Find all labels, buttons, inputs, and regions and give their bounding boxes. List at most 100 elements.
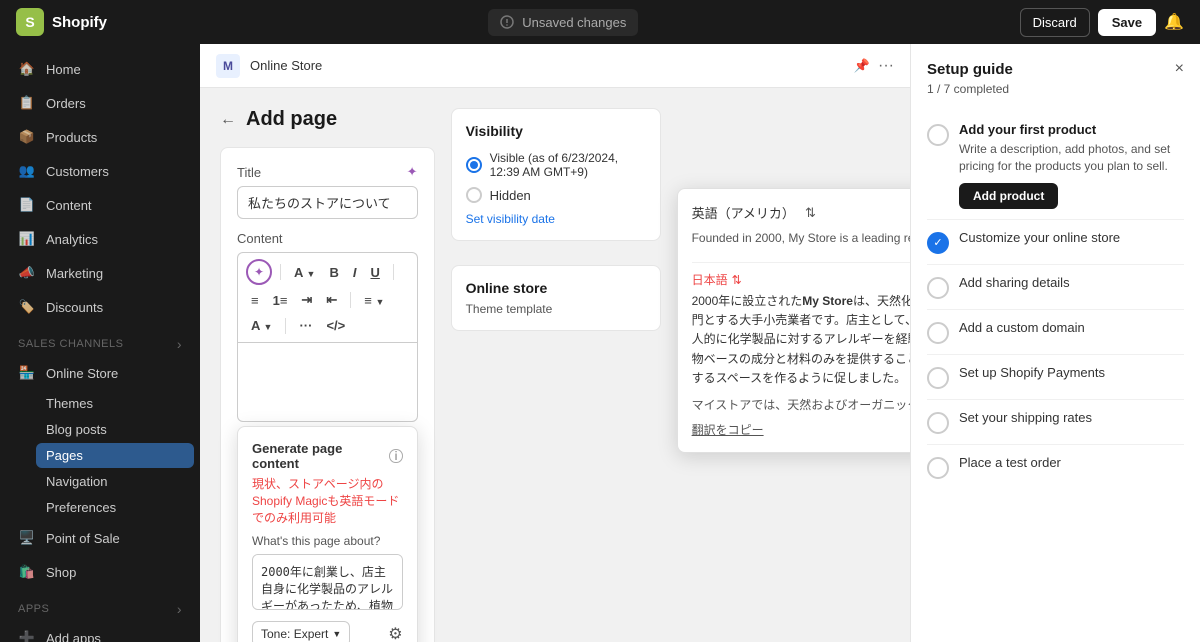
orders-icon: 📋 xyxy=(18,94,36,112)
bold-btn[interactable]: B xyxy=(324,262,343,283)
sidebar-item-orders[interactable]: 📋 Orders xyxy=(6,87,194,119)
lang-ja-switch-icon[interactable]: ⇅ xyxy=(732,273,742,287)
lang-switch-icon[interactable]: ⇅ xyxy=(805,205,816,221)
sharing-check xyxy=(927,277,949,299)
shop-icon: 🛍️ xyxy=(18,563,36,581)
sidebar-item-preferences[interactable]: Preferences xyxy=(36,495,194,520)
hidden-option[interactable]: Hidden xyxy=(466,187,646,203)
sales-channels-expand[interactable]: › xyxy=(177,336,182,352)
hidden-radio[interactable] xyxy=(466,187,482,203)
sidebar-item-discounts[interactable]: 🏷️ Discounts xyxy=(6,291,194,323)
title-input[interactable] xyxy=(237,186,418,219)
editor-area[interactable] xyxy=(237,342,418,422)
italic-btn[interactable]: I xyxy=(348,262,362,283)
channel-bar: M Online Store 📌 ··· xyxy=(200,44,910,88)
font-btn[interactable]: A ▼ xyxy=(289,262,320,283)
pin-icon[interactable]: 📌 xyxy=(854,58,870,74)
generate-title: Generate page content i xyxy=(252,441,403,471)
setup-item-sharing: Add sharing details xyxy=(927,265,1184,310)
outdent-btn[interactable]: ⇤ xyxy=(321,289,342,311)
sidebar-item-online-store[interactable]: 🏪 Online Store xyxy=(6,357,194,389)
topbar-actions: Discard Save 🔔 xyxy=(1020,8,1184,37)
generate-settings-button[interactable]: ⚙ xyxy=(388,624,402,642)
more-btn[interactable]: ··· xyxy=(294,315,317,336)
domain-check xyxy=(927,322,949,344)
visibility-card: Visibility Visible (as of 6/23/2024, 12:… xyxy=(451,108,661,241)
sidebar-item-shop[interactable]: 🛍️ Shop xyxy=(6,556,194,588)
tone-row: Tone: Expert ▼ ⚙ xyxy=(252,621,403,642)
list-btn[interactable]: ≡ xyxy=(246,290,264,311)
translated-text-1: 2000年に設立されたMy Storeは、天然化粧品を専門とする大手小売業者です… xyxy=(692,292,910,388)
visible-option[interactable]: Visible (as of 6/23/2024, 12:39 AM GMT+9… xyxy=(466,151,646,179)
sidebar-item-pos[interactable]: 🖥️ Point of Sale xyxy=(6,522,194,554)
topbar: S Shopify Unsaved changes Discard Save 🔔 xyxy=(0,0,1200,44)
main-content: M Online Store 📌 ··· ← Add page Title xyxy=(200,44,910,642)
setup-guide-close[interactable]: × xyxy=(1175,60,1184,78)
more-icon[interactable]: ··· xyxy=(878,57,894,75)
about-textarea[interactable]: 2000年に創業し、店主自身に化学製品のアレルギーがあったため、植物由来の素材や… xyxy=(252,554,403,610)
about-label: What's this page about? xyxy=(252,534,403,548)
translated-text-2: マイストアでは、天然およびオーガニック xyxy=(692,396,910,413)
ordered-list-btn[interactable]: 1≡ xyxy=(268,290,293,311)
generate-warning: 現状、ストアページ内のShopify Magicも英語モードでのみ利用可能 xyxy=(252,475,403,526)
pos-icon: 🖥️ xyxy=(18,529,36,547)
sidebar-item-navigation[interactable]: Navigation xyxy=(36,469,194,494)
sidebar-item-products[interactable]: 📦 Products xyxy=(6,121,194,153)
marketing-icon: 📣 xyxy=(18,264,36,282)
first-product-content: Add your first product Write a descripti… xyxy=(959,122,1184,209)
first-product-desc: Write a description, add photos, and set… xyxy=(959,141,1184,175)
ai-icon[interactable]: ✦ xyxy=(407,164,418,180)
sidebar-item-marketing[interactable]: 📣 Marketing xyxy=(6,257,194,289)
domain-label: Add a custom domain xyxy=(959,320,1085,335)
copy-translation-link[interactable]: 翻訳をコピー xyxy=(692,421,910,438)
shipping-label: Set your shipping rates xyxy=(959,410,1092,425)
content-label: Content xyxy=(237,231,418,246)
sidebar-item-themes[interactable]: Themes xyxy=(36,391,194,416)
page-content-area: ← Add page Title ✦ Content xyxy=(200,88,910,642)
channel-actions: 📌 ··· xyxy=(854,57,894,75)
align-btn[interactable]: ≡ ▼ xyxy=(359,290,389,311)
generate-popover: Generate page content i 現状、ストアページ内のShopi… xyxy=(237,426,418,642)
sidebar-item-analytics[interactable]: 📊 Analytics xyxy=(6,223,194,255)
shopify-logo-icon: S xyxy=(16,8,44,36)
sidebar-item-content[interactable]: 📄 Content xyxy=(6,189,194,221)
sidebar-item-home[interactable]: 🏠 Home xyxy=(6,53,194,85)
back-button[interactable]: ← xyxy=(220,111,236,129)
setup-item-first-product: Add your first product Write a descripti… xyxy=(927,112,1184,220)
code-btn[interactable]: </> xyxy=(321,315,350,336)
customize-label: Customize your online store xyxy=(959,230,1120,245)
test-order-check xyxy=(927,457,949,479)
editor-toolbar: ✦ A ▼ B I U ≡ 1≡ ⇥ ⇤ ≡ ▼ A ▼ xyxy=(237,252,418,342)
add-apps-icon: ➕ xyxy=(18,629,36,642)
set-visibility-date-link[interactable]: Set visibility date xyxy=(466,212,555,226)
content-icon: 📄 xyxy=(18,196,36,214)
sidebar: 🏠 Home 📋 Orders 📦 Products 👥 Customers 📄… xyxy=(0,44,200,642)
visible-radio[interactable] xyxy=(466,157,482,173)
discard-button[interactable]: Discard xyxy=(1020,8,1090,37)
online-store-card: Online store Theme template xyxy=(451,265,661,331)
shipping-check xyxy=(927,412,949,434)
sidebar-item-blog-posts[interactable]: Blog posts xyxy=(36,417,194,442)
save-button[interactable]: Save xyxy=(1098,9,1156,36)
sidebar-item-pages[interactable]: Pages xyxy=(36,443,194,468)
unsaved-text: Unsaved changes xyxy=(522,15,626,30)
layout: 🏠 Home 📋 Orders 📦 Products 👥 Customers 📄… xyxy=(0,44,1200,642)
setup-item-test-order: Place a test order xyxy=(927,445,1184,489)
magic-button[interactable]: ✦ xyxy=(246,259,272,285)
unsaved-indicator: Unsaved changes xyxy=(488,9,638,36)
setup-item-domain: Add a custom domain xyxy=(927,310,1184,355)
info-icon: i xyxy=(389,449,402,463)
logo-text: Shopify xyxy=(52,14,107,31)
tone-select[interactable]: Tone: Expert ▼ xyxy=(252,621,350,642)
add-product-button[interactable]: Add product xyxy=(959,183,1058,209)
color-btn[interactable]: A ▼ xyxy=(246,315,277,336)
sidebar-item-customers[interactable]: 👥 Customers xyxy=(6,155,194,187)
payments-label: Set up Shopify Payments xyxy=(959,365,1105,380)
apps-expand[interactable]: › xyxy=(177,601,182,617)
setup-item-customize: ✓ Customize your online store xyxy=(927,220,1184,265)
notifications-icon[interactable]: 🔔 xyxy=(1164,12,1184,32)
indent-btn[interactable]: ⇥ xyxy=(296,289,317,311)
sidebar-item-add-apps[interactable]: ➕ Add apps xyxy=(6,622,194,642)
apps-section: Apps › xyxy=(0,589,200,621)
underline-btn[interactable]: U xyxy=(365,262,384,283)
